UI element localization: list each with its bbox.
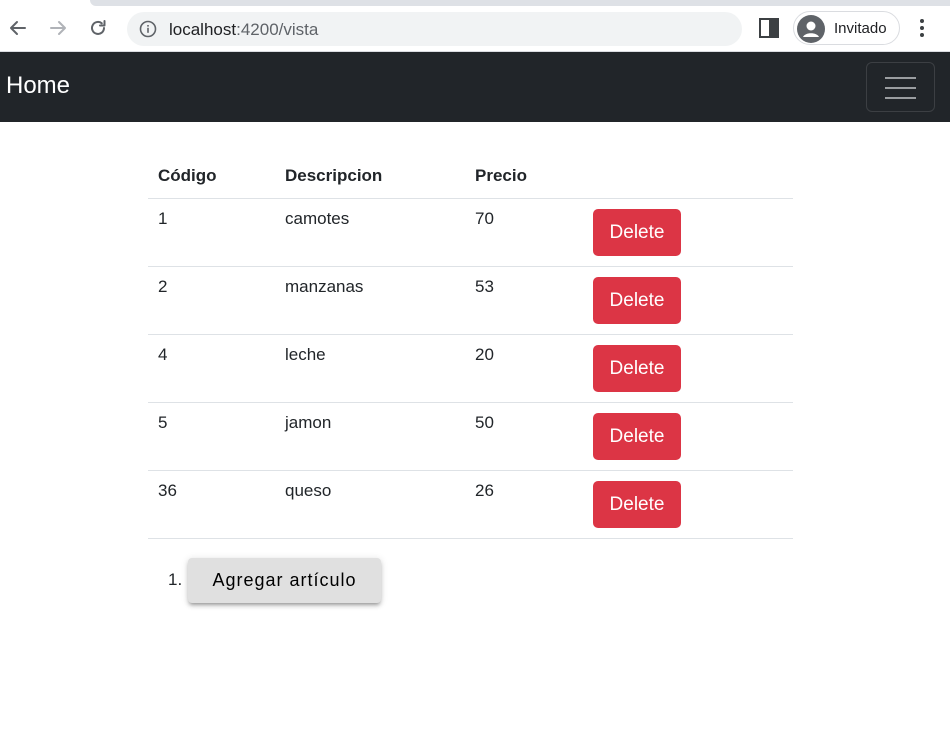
back-arrow-icon xyxy=(10,21,26,35)
cell-actions: Delete xyxy=(583,334,793,403)
profile-chip[interactable]: Invitado xyxy=(793,11,900,45)
navbar-toggler-button[interactable] xyxy=(866,62,935,112)
url-host: localhost xyxy=(169,20,237,39)
forward-arrow-icon xyxy=(50,21,66,35)
cell-descripcion: queso xyxy=(275,470,465,539)
cell-precio: 50 xyxy=(465,402,583,471)
header-precio: Precio xyxy=(465,152,583,199)
tab-strip xyxy=(90,0,950,6)
delete-button[interactable]: Delete xyxy=(593,344,681,392)
table-row: 36 queso 26 Delete xyxy=(148,470,793,539)
profile-label: Invitado xyxy=(834,20,887,37)
cell-actions: Delete xyxy=(583,402,793,471)
delete-button[interactable]: Delete xyxy=(593,412,681,460)
navbar-brand[interactable]: Home xyxy=(6,72,70,100)
app-navbar: Home xyxy=(0,52,950,122)
cell-codigo: 5 xyxy=(148,402,275,471)
address-bar[interactable]: localhost:4200/vista xyxy=(127,12,742,46)
reload-button[interactable] xyxy=(84,14,112,42)
header-codigo: Código xyxy=(148,152,275,199)
cell-actions: Delete xyxy=(583,470,793,539)
delete-button[interactable]: Delete xyxy=(593,480,681,528)
side-panel-icon[interactable] xyxy=(758,17,780,39)
cell-descripcion: manzanas xyxy=(275,266,465,335)
cell-actions: Delete xyxy=(583,266,793,335)
cell-descripcion: jamon xyxy=(275,402,465,471)
add-article-button[interactable]: Agregar artículo xyxy=(188,558,381,603)
list-marker: 1. xyxy=(168,570,183,589)
table-row: 1 camotes 70 Delete xyxy=(148,198,793,267)
info-icon[interactable] xyxy=(139,20,157,38)
products-table-container: Código Descripcion Precio 1 camotes 70 D… xyxy=(148,152,793,539)
delete-button[interactable]: Delete xyxy=(593,276,681,324)
browser-toolbar: localhost:4200/vista Invitado xyxy=(0,0,950,52)
header-actions xyxy=(583,152,793,199)
table-row: 4 leche 20 Delete xyxy=(148,334,793,403)
cell-actions: Delete xyxy=(583,198,793,267)
cell-codigo: 2 xyxy=(148,266,275,335)
forward-button[interactable] xyxy=(44,14,72,42)
products-table: Código Descripcion Precio 1 camotes 70 D… xyxy=(148,152,793,539)
cell-descripcion: camotes xyxy=(275,198,465,267)
kebab-menu-icon[interactable] xyxy=(912,16,932,40)
cell-codigo: 1 xyxy=(148,198,275,267)
back-button[interactable] xyxy=(4,14,32,42)
reload-icon xyxy=(91,20,106,35)
hamburger-menu-icon xyxy=(885,87,916,89)
delete-button[interactable]: Delete xyxy=(593,208,681,256)
cell-precio: 26 xyxy=(465,470,583,539)
cell-descripcion: leche xyxy=(275,334,465,403)
header-descripcion: Descripcion xyxy=(275,152,465,199)
cell-precio: 70 xyxy=(465,198,583,267)
table-header-row: Código Descripcion Precio xyxy=(148,152,793,199)
table-row: 5 jamon 50 Delete xyxy=(148,402,793,471)
url-path: :4200/vista xyxy=(236,20,319,39)
hamburger-menu-icon xyxy=(885,77,916,79)
profile-avatar-icon xyxy=(797,15,825,43)
table-row: 2 manzanas 53 Delete xyxy=(148,266,793,335)
cell-precio: 53 xyxy=(465,266,583,335)
cell-codigo: 36 xyxy=(148,470,275,539)
hamburger-menu-icon xyxy=(885,97,916,99)
cell-codigo: 4 xyxy=(148,334,275,403)
cell-precio: 20 xyxy=(465,334,583,403)
url-text[interactable]: localhost:4200/vista xyxy=(169,20,318,40)
